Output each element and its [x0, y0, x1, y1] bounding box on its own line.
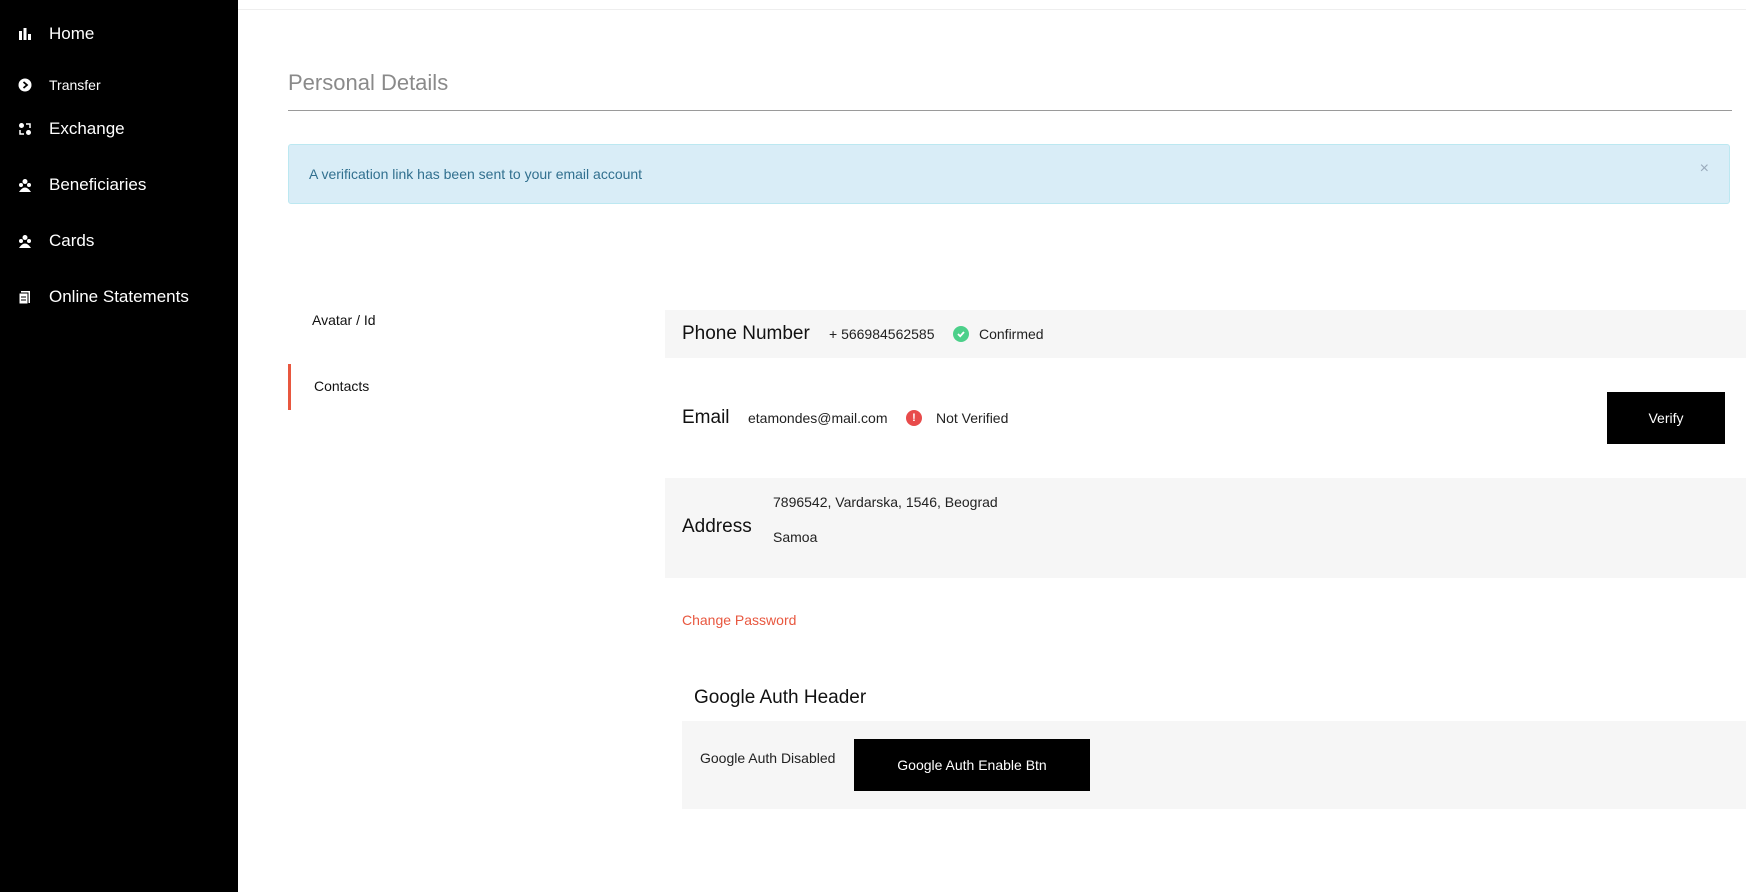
sidebar-item-online-statements[interactable]: Online Statements	[18, 287, 189, 307]
google-auth-panel: Google Auth Disabled Google Auth Enable …	[682, 721, 1746, 809]
email-status: Not Verified	[936, 410, 1009, 426]
active-tab-indicator	[288, 364, 291, 410]
document-icon	[18, 290, 32, 304]
email-row: Email etamondes@mail.com ! Not Verified …	[665, 380, 1746, 456]
page-title: Personal Details	[288, 70, 449, 95]
sidebar-item-label: Home	[49, 24, 95, 43]
google-auth-status: Google Auth Disabled	[700, 750, 836, 766]
users-icon	[18, 178, 32, 192]
sidebar-item-beneficiaries[interactable]: Beneficiaries	[18, 175, 146, 195]
alert-message: A verification link has been sent to you…	[309, 166, 643, 182]
sidebar: Home Transfer Exchange Beneficiaries Car…	[0, 0, 238, 892]
phone-row: Phone Number + 566984562585 Confirmed	[665, 310, 1746, 358]
sidebar-item-label: Beneficiaries	[49, 175, 147, 194]
change-password-link[interactable]: Change Password	[682, 612, 796, 628]
email-label: Email	[682, 407, 730, 428]
phone-status: Confirmed	[979, 326, 1044, 342]
phone-value: + 566984562585	[829, 326, 935, 342]
sidebar-item-label: Transfer	[49, 77, 101, 93]
users-icon	[18, 234, 32, 248]
title-divider	[288, 110, 1732, 111]
tab-avatar-id[interactable]: Avatar / Id	[312, 312, 376, 328]
sidebar-item-home[interactable]: Home	[18, 24, 94, 44]
check-icon	[953, 326, 969, 342]
sidebar-item-transfer[interactable]: Transfer	[18, 77, 101, 93]
sidebar-item-cards[interactable]: Cards	[18, 231, 94, 251]
address-label: Address	[682, 516, 752, 537]
phone-label: Phone Number	[682, 323, 810, 344]
sidebar-item-exchange[interactable]: Exchange	[18, 119, 125, 139]
google-auth-header: Google Auth Header	[694, 687, 867, 708]
sidebar-item-label: Exchange	[49, 119, 125, 138]
sidebar-item-label: Online Statements	[49, 287, 189, 306]
arrow-circle-icon	[18, 78, 32, 92]
sidebar-item-label: Cards	[49, 231, 95, 250]
exchange-icon	[18, 122, 32, 136]
info-alert: A verification link has been sent to you…	[288, 144, 1730, 204]
bar-chart-icon	[18, 27, 32, 41]
address-line-2: Samoa	[773, 529, 818, 545]
verify-button[interactable]: Verify	[1607, 392, 1725, 444]
top-divider	[238, 9, 1746, 10]
tab-contacts[interactable]: Contacts	[314, 378, 369, 394]
address-row: Address 7896542, Vardarska, 1546, Beogra…	[665, 478, 1746, 578]
google-auth-enable-button[interactable]: Google Auth Enable Btn	[854, 739, 1090, 791]
warning-icon: !	[906, 410, 922, 426]
address-line-1: 7896542, Vardarska, 1546, Beograd	[773, 494, 998, 510]
email-value: etamondes@mail.com	[748, 410, 888, 426]
close-icon[interactable]: ×	[1700, 160, 1709, 178]
